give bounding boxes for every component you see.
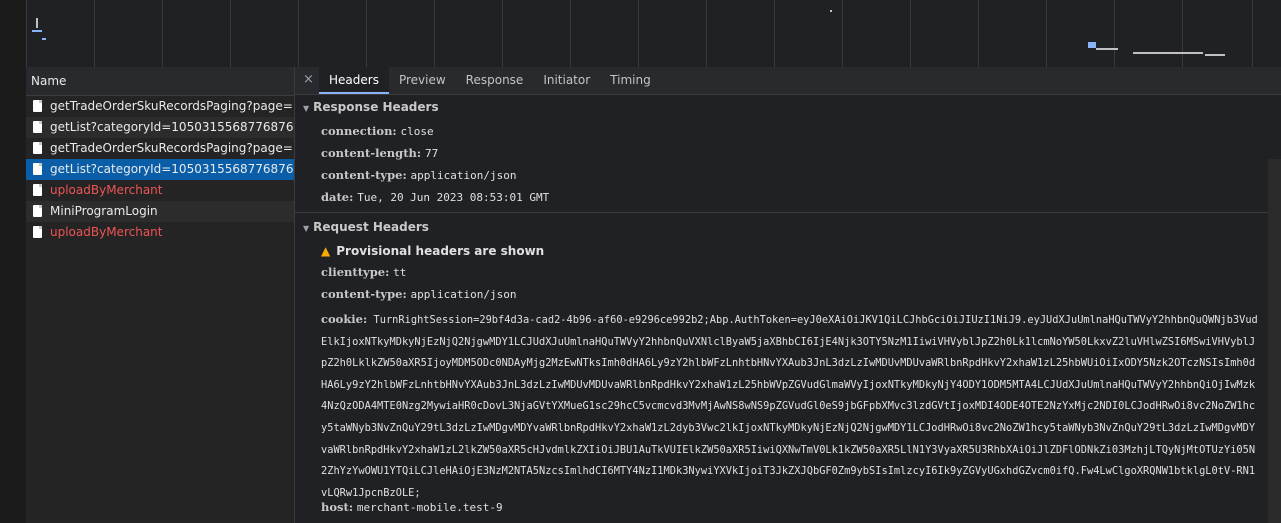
- overview-gridline: [162, 0, 163, 67]
- response-header-connection: connection: close: [321, 124, 434, 138]
- overview-gridline: [638, 0, 639, 67]
- header-key: cookie:: [321, 312, 368, 326]
- request-header-clienttype: clienttype: tt: [321, 265, 406, 279]
- overview-gridline: [1252, 0, 1253, 67]
- response-headers-title: Response Headers: [313, 100, 439, 114]
- overview-gridline: [842, 0, 843, 67]
- header-value: close: [400, 125, 434, 138]
- response-headers-section[interactable]: ▼ Response Headers: [303, 100, 439, 114]
- overview-gridline: [94, 0, 95, 67]
- overview-bar: [1088, 42, 1096, 48]
- overview-bar: [42, 38, 46, 40]
- request-headers-title: Request Headers: [313, 220, 429, 234]
- request-row[interactable]: uploadByMerchant: [26, 222, 294, 243]
- overview-gridline: [502, 0, 503, 67]
- details-tabs: Headers Preview Response Initiator Timing: [319, 67, 661, 94]
- warning-icon: ▲: [321, 244, 331, 258]
- overview-gridline: [978, 0, 979, 67]
- request-list: Name getTradeOrderSkuRecordsPaging?page=…: [26, 67, 295, 523]
- provisional-warning-text: Provisional headers are shown: [336, 244, 545, 258]
- overview-gridline: [230, 0, 231, 67]
- request-header-cookie: cookie: TurnRightSession=29bf4d3a-cad2-4…: [321, 309, 1261, 504]
- overview-bar: [1133, 52, 1203, 54]
- response-header-content-length: content-length: 77: [321, 146, 438, 160]
- header-value: application/json: [410, 169, 517, 182]
- response-header-date: date: Tue, 20 Jun 2023 08:53:01 GMT: [321, 190, 549, 204]
- document-icon: [33, 205, 42, 217]
- overview-gridline: [570, 0, 571, 67]
- details-scrollbar[interactable]: [1268, 159, 1281, 523]
- header-key: content-type:: [321, 168, 407, 182]
- overview-gridline: [910, 0, 911, 67]
- request-name: getTradeOrderSkuRecordsPaging?page=1&...: [50, 141, 294, 155]
- overview-left-gutter: [0, 0, 27, 67]
- request-row[interactable]: getList?categoryId=1050315568776876039..…: [26, 159, 294, 180]
- left-gutter: [0, 67, 26, 523]
- header-value: application/json: [410, 288, 517, 301]
- overview-gridline: [1114, 0, 1115, 67]
- header-key: host:: [321, 500, 354, 514]
- request-name: uploadByMerchant: [50, 225, 163, 239]
- request-name: getList?categoryId=1050315568776876039..…: [50, 162, 294, 176]
- close-icon[interactable]: ×: [303, 72, 314, 87]
- tab-initiator[interactable]: Initiator: [533, 67, 600, 94]
- document-icon: [33, 100, 42, 112]
- collapse-triangle-icon: ▼: [303, 224, 310, 233]
- document-icon: [33, 163, 42, 175]
- tab-preview[interactable]: Preview: [389, 67, 456, 94]
- overview-bar: [830, 10, 832, 12]
- header-key: connection:: [321, 124, 397, 138]
- section-divider: [295, 212, 1281, 213]
- request-rows: getTradeOrderSkuRecordsPaging?page=1&...…: [26, 96, 294, 243]
- request-row[interactable]: getTradeOrderSkuRecordsPaging?page=1&...: [26, 138, 294, 159]
- header-value: tt: [393, 266, 407, 279]
- overview-gridline: [774, 0, 775, 67]
- request-header-content-type: content-type: application/json: [321, 287, 517, 301]
- request-header-host: host: merchant-mobile.test-9: [321, 500, 503, 514]
- document-icon: [33, 142, 42, 154]
- request-name: getList?categoryId=1050315568776876039..…: [50, 120, 294, 134]
- overview-gridline: [706, 0, 707, 67]
- tab-response[interactable]: Response: [456, 67, 534, 94]
- document-icon: [33, 226, 42, 238]
- network-overview[interactable]: [0, 0, 1281, 68]
- overview-gridline: [434, 0, 435, 67]
- request-name: MiniProgramLogin: [50, 204, 158, 218]
- header-value: merchant-mobile.test-9: [356, 501, 503, 514]
- overview-gridline: [366, 0, 367, 67]
- document-icon: [33, 121, 42, 133]
- overview-gridline: [1046, 0, 1047, 67]
- header-key: date:: [321, 190, 354, 204]
- request-row[interactable]: getList?categoryId=1050315568776876039..…: [26, 117, 294, 138]
- overview-bar: [1096, 48, 1118, 50]
- request-name: uploadByMerchant: [50, 183, 163, 197]
- overview-bar: [32, 30, 42, 32]
- header-value: 77: [424, 147, 439, 160]
- tab-timing[interactable]: Timing: [600, 67, 661, 94]
- collapse-triangle-icon: ▼: [303, 104, 310, 113]
- request-row[interactable]: getTradeOrderSkuRecordsPaging?page=1&...: [26, 96, 294, 117]
- provisional-warning: ▲ Provisional headers are shown: [321, 244, 544, 258]
- header-key: clienttype:: [321, 265, 390, 279]
- header-key: content-length:: [321, 146, 422, 160]
- header-key: content-type:: [321, 287, 407, 301]
- name-column-header[interactable]: Name: [26, 67, 294, 96]
- tab-headers[interactable]: Headers: [319, 67, 389, 94]
- cookie-value[interactable]: TurnRightSession=29bf4d3a-cad2-4b96-af60…: [321, 314, 1258, 499]
- details-tabbar: × Headers Preview Response Initiator Timing: [295, 67, 1281, 95]
- request-headers-section[interactable]: ▼ Request Headers: [303, 220, 429, 234]
- header-value: Tue, 20 Jun 2023 08:53:01 GMT: [357, 191, 550, 204]
- overview-bar: [36, 18, 38, 28]
- request-details-panel: × Headers Preview Response Initiator Timing …: [295, 67, 1281, 523]
- request-row[interactable]: uploadByMerchant: [26, 180, 294, 201]
- request-name: getTradeOrderSkuRecordsPaging?page=1&...: [50, 99, 294, 113]
- overview-gridline: [1182, 0, 1183, 67]
- overview-bar: [1205, 54, 1225, 56]
- response-header-content-type: content-type: application/json: [321, 168, 517, 182]
- request-row[interactable]: MiniProgramLogin: [26, 201, 294, 222]
- document-icon: [33, 184, 42, 196]
- overview-gridline: [298, 0, 299, 67]
